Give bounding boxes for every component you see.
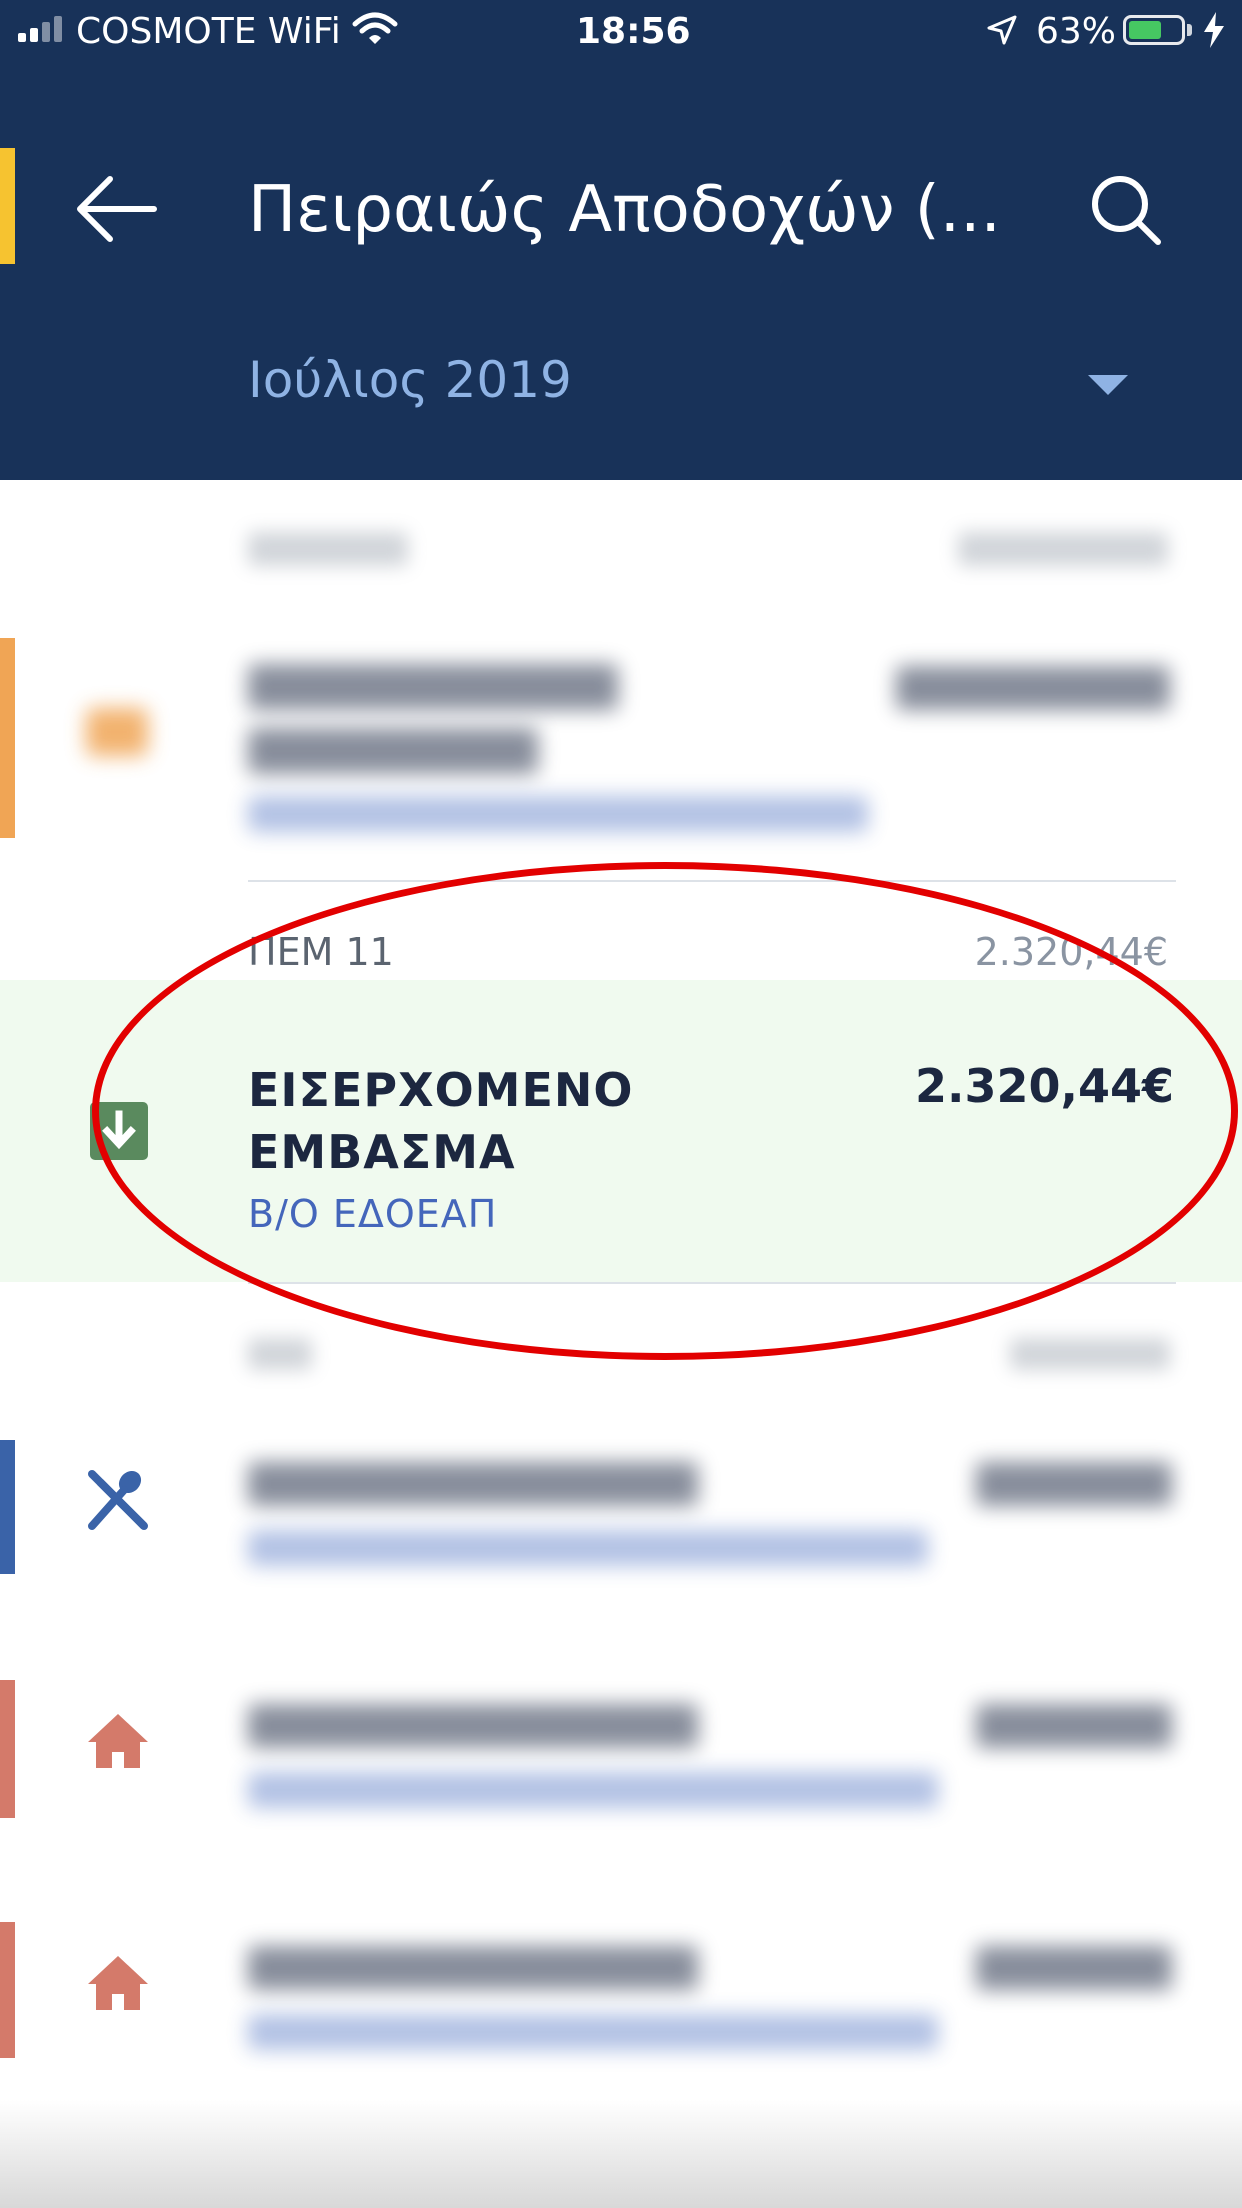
transfer-card-icon (86, 708, 148, 756)
blurred-subtitle-bar (248, 796, 868, 832)
month-selector[interactable]: Ιούλιος 2019 (248, 348, 572, 412)
blurred-day-total-bar (958, 532, 1168, 566)
blurred-amount-bar (896, 666, 1170, 710)
bottom-tab-bar-shadow (0, 2100, 1242, 2208)
category-stripe-home (0, 1680, 15, 1818)
fork-spoon-icon (86, 1468, 150, 1532)
account-title: Πειραιώς Αποδοχών (... (248, 173, 1001, 247)
home-icon (86, 1954, 150, 2012)
blurred-title-bar (248, 1946, 698, 1990)
blurred-amount-bar (976, 1946, 1172, 1990)
blurred-subtitle-bar (248, 1530, 928, 1566)
charging-bolt-icon (1202, 12, 1226, 52)
signal-bars-icon (18, 16, 64, 42)
blurred-subtitle-bar (248, 1772, 938, 1808)
battery-nub (1187, 24, 1192, 36)
home-icon (86, 1712, 150, 1770)
annotation-ellipse (92, 862, 1238, 1360)
blurred-amount-bar (976, 1462, 1172, 1506)
accent-tab (0, 148, 15, 264)
wifi-icon (352, 12, 398, 50)
blurred-subtitle-bar (248, 2014, 938, 2050)
category-stripe-restaurant (0, 1440, 15, 1574)
clock: 18:56 (576, 11, 691, 52)
search-icon[interactable] (1088, 172, 1164, 248)
battery-fill (1129, 21, 1161, 39)
blurred-title-bar (248, 728, 538, 774)
carrier-name: COSMOTE WiFi (76, 11, 341, 52)
battery-percent: 63% (1036, 11, 1117, 52)
blurred-day-total-bar (1010, 1338, 1170, 1370)
category-stripe-transfer (0, 638, 15, 838)
battery-icon (1123, 15, 1185, 45)
back-arrow-icon[interactable] (70, 172, 170, 246)
blurred-date-bar (248, 1338, 312, 1370)
location-arrow-icon (986, 14, 1018, 50)
blurred-title-bar (248, 1462, 698, 1506)
blurred-title-bar (248, 1704, 698, 1748)
blurred-amount-bar (976, 1704, 1172, 1748)
blurred-title-bar (248, 664, 618, 710)
category-stripe-home (0, 1922, 15, 2058)
chevron-down-icon[interactable] (1088, 375, 1128, 395)
blurred-date-bar (248, 532, 408, 566)
